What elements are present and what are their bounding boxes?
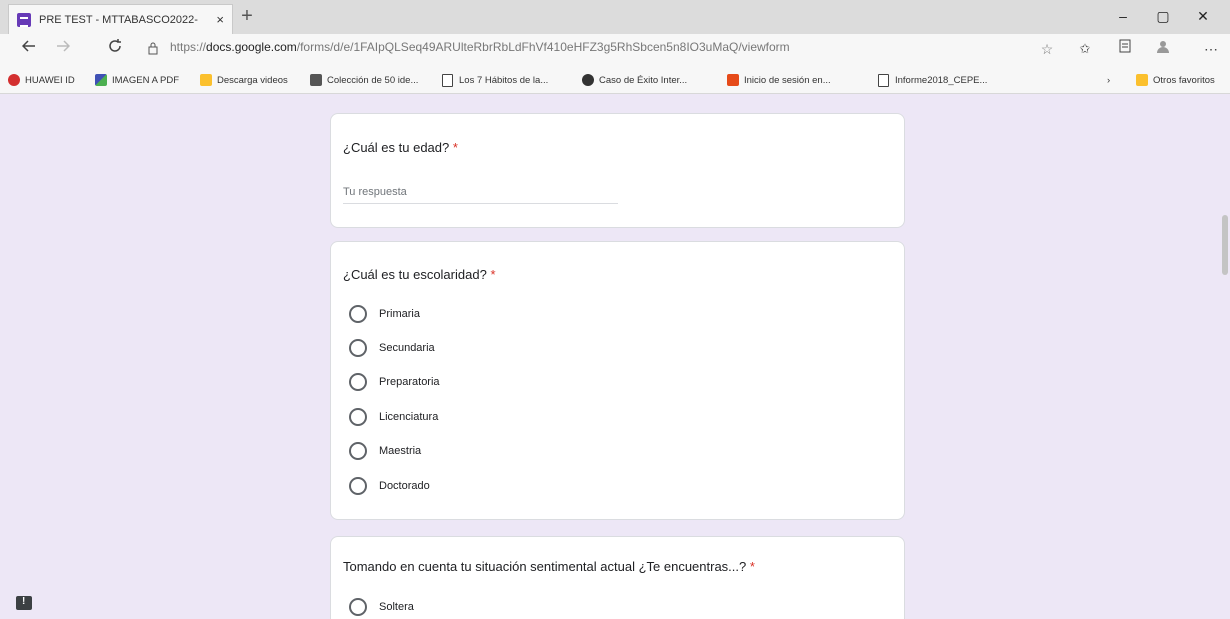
- tab-title: PRE TEST - MTTABASCO2022-: [39, 13, 198, 26]
- bookmark-caso-de-exito[interactable]: Caso de Éxito Inter...: [582, 72, 687, 88]
- bookmark-inicio-sesion[interactable]: Inicio de sesión en...: [727, 72, 831, 88]
- imagen-pdf-icon: [95, 74, 107, 86]
- bookmark-descarga-videos[interactable]: Descarga videos: [200, 72, 288, 88]
- bookmark-informe2018[interactable]: Informe2018_CEPE...: [878, 72, 987, 88]
- feedback-icon[interactable]: [16, 596, 32, 610]
- favorites-icon[interactable]: ✩: [1074, 38, 1096, 60]
- restore-button[interactable]: ▢: [1150, 5, 1176, 27]
- option-maestria[interactable]: Maestria: [349, 441, 421, 461]
- option-doctorado[interactable]: Doctorado: [349, 476, 430, 496]
- question-card-age: ¿Cuál es tu edad? *: [330, 113, 905, 228]
- radio-button[interactable]: [349, 598, 367, 616]
- bookmark-7-habitos[interactable]: Los 7 Hábitos de la...: [442, 72, 548, 88]
- bookmark-coleccion[interactable]: Colección de 50 ide...: [310, 72, 418, 88]
- forward-arrow-icon[interactable]: [52, 38, 74, 60]
- google-forms-icon: [17, 12, 31, 27]
- radio-button[interactable]: [349, 373, 367, 391]
- close-window-button[interactable]: ✕: [1190, 5, 1216, 27]
- descarga-videos-icon: [200, 74, 212, 86]
- minimize-button[interactable]: –: [1110, 5, 1136, 27]
- browser-titlebar: PRE TEST - MTTABASCO2022- × + – ▢ ✕: [0, 0, 1230, 34]
- new-tab-button[interactable]: +: [236, 6, 258, 28]
- option-secundaria[interactable]: Secundaria: [349, 338, 435, 358]
- radio-button[interactable]: [349, 442, 367, 460]
- caso-exito-icon: [582, 74, 594, 86]
- profile-avatar-icon[interactable]: [1152, 38, 1174, 60]
- favorite-star-icon[interactable]: ☆: [1036, 38, 1058, 60]
- question-title-school: ¿Cuál es tu escolaridad? *: [343, 267, 496, 282]
- huawei-icon: [8, 74, 20, 86]
- option-soltera[interactable]: Soltera: [349, 597, 414, 617]
- refresh-icon[interactable]: [104, 38, 126, 60]
- tab-close-button[interactable]: ×: [216, 12, 224, 27]
- bookmark-imagen-a-pdf[interactable]: IMAGEN A PDF: [95, 72, 179, 88]
- coleccion-icon: [310, 74, 322, 86]
- inicio-sesion-icon: [727, 74, 739, 86]
- option-licenciatura[interactable]: Licenciatura: [349, 407, 438, 427]
- question-card-status: Tomando en cuenta tu situación sentiment…: [330, 536, 905, 619]
- page-scrollbar[interactable]: [1222, 215, 1228, 275]
- radio-button[interactable]: [349, 477, 367, 495]
- radio-button[interactable]: [349, 305, 367, 323]
- radio-button[interactable]: [349, 339, 367, 357]
- question-card-school: ¿Cuál es tu escolaridad? * Primaria Secu…: [330, 241, 905, 520]
- bookmarks-bar: HUAWEI ID IMAGEN A PDF Descarga videos C…: [0, 64, 1230, 94]
- more-menu-icon[interactable]: ⋯: [1200, 38, 1222, 60]
- question-title-status: Tomando en cuenta tu situación sentiment…: [343, 559, 755, 574]
- age-answer-input[interactable]: [343, 180, 618, 204]
- option-primaria[interactable]: Primaria: [349, 304, 420, 324]
- back-arrow-icon[interactable]: [18, 38, 40, 60]
- url-field[interactable]: https://docs.google.com/forms/d/e/1FAIpQ…: [170, 40, 1020, 58]
- collections-icon[interactable]: [1114, 38, 1136, 60]
- page-icon: [442, 73, 453, 87]
- radio-button[interactable]: [349, 408, 367, 426]
- folder-icon: [1136, 74, 1148, 86]
- lock-icon: [148, 42, 158, 55]
- option-preparatoria[interactable]: Preparatoria: [349, 372, 440, 392]
- bookmark-otros-favoritos[interactable]: Otros favoritos: [1136, 72, 1215, 88]
- page-icon: [878, 73, 889, 87]
- bookmarks-overflow-chevron-icon[interactable]: ›: [1107, 72, 1110, 88]
- question-title-age: ¿Cuál es tu edad? *: [343, 140, 458, 155]
- browser-tab[interactable]: PRE TEST - MTTABASCO2022- ×: [8, 4, 233, 34]
- bookmark-huawei-id[interactable]: HUAWEI ID: [8, 72, 75, 88]
- address-bar: https://docs.google.com/forms/d/e/1FAIpQ…: [0, 34, 1230, 64]
